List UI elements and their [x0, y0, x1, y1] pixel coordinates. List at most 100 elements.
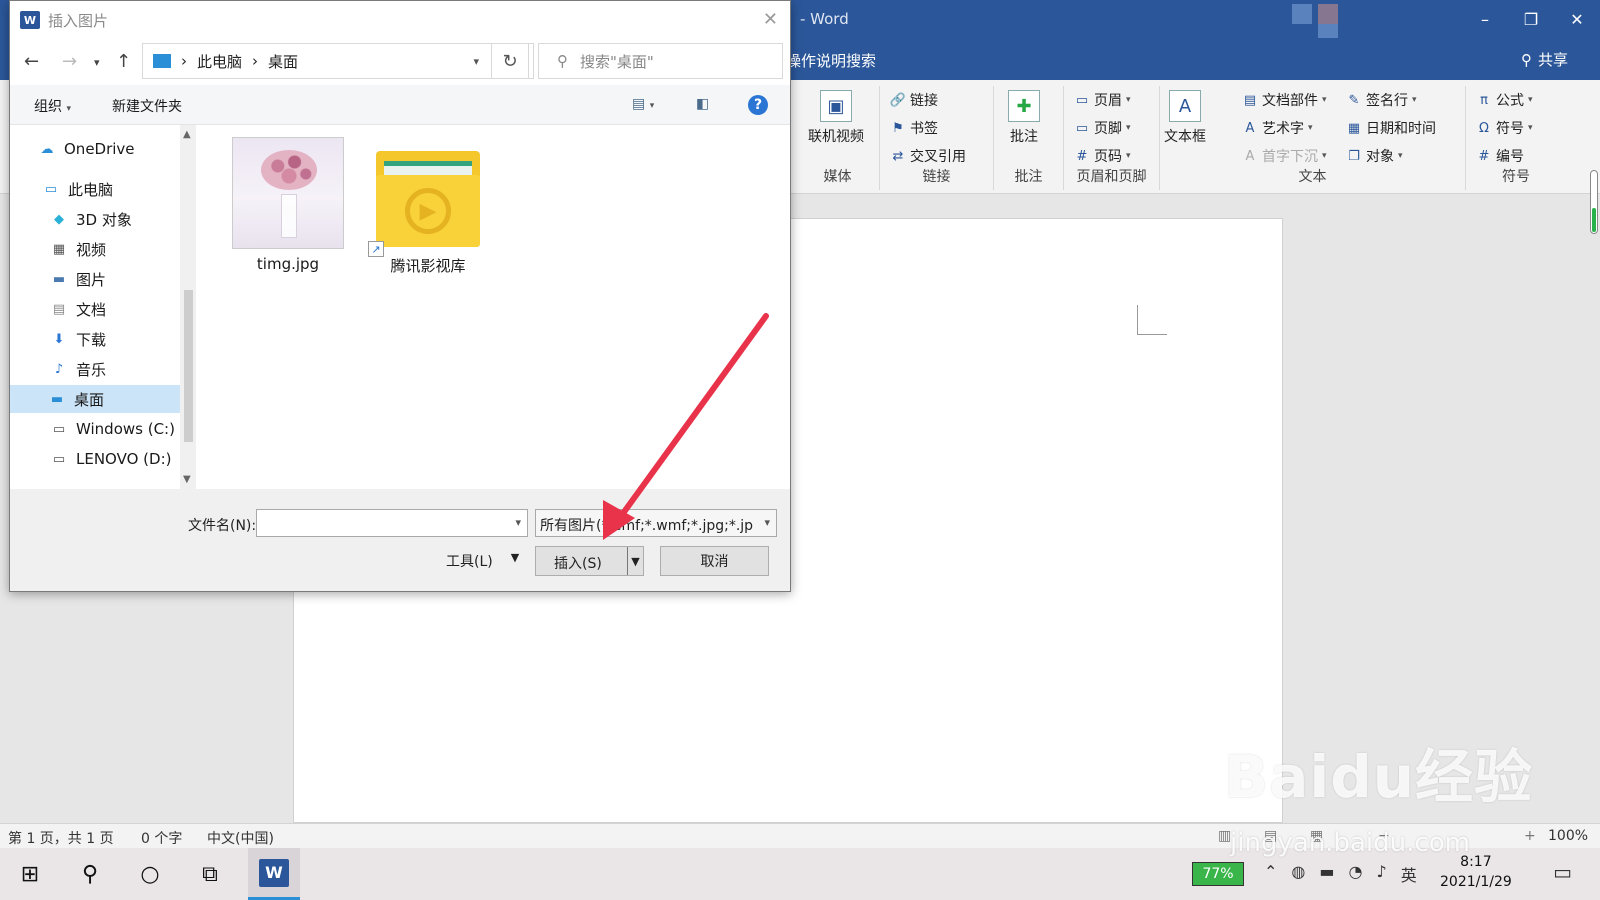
page-count[interactable]: 第 1 页，共 1 页 — [8, 828, 114, 848]
sidebar-item-videos[interactable]: ▦ 视频 — [50, 235, 106, 263]
close-icon[interactable]: ✕ — [763, 9, 778, 30]
sidebar-item-onedrive[interactable]: ☁ OneDrive — [38, 135, 135, 163]
sidebar-item-label: OneDrive — [64, 140, 135, 158]
online-video-button[interactable]: ▣ 联机视频 — [808, 90, 864, 146]
up-arrow-icon[interactable]: ↑ — [116, 51, 131, 72]
view-options-icon[interactable]: ▤ ▾ — [632, 96, 654, 112]
word-count[interactable]: 0 个字 — [141, 828, 182, 848]
page-number-button[interactable]: # 页码 ▾ — [1074, 146, 1131, 166]
wordart-button[interactable]: A 艺术字 ▾ — [1242, 118, 1313, 138]
file-item-folder[interactable]: ▶ ↗ 腾讯影视库 — [368, 137, 480, 276]
drop-cap-icon: A — [1245, 148, 1255, 164]
cross-reference-button[interactable]: ⇄ 交叉引用 — [890, 146, 966, 166]
sidebar-item-label: 此电脑 — [68, 180, 114, 199]
chevron-down-icon[interactable]: ▾ — [515, 516, 521, 529]
vertical-scrollbar[interactable] — [1590, 170, 1598, 234]
sidebar-item-3d-objects[interactable]: ◆ 3D 对象 — [50, 205, 132, 233]
drive-icon: ▭ — [52, 421, 66, 437]
task-view-icon[interactable]: ⧉ — [194, 858, 226, 890]
search-icon[interactable]: ⚲ — [74, 858, 106, 890]
language-status[interactable]: 中文(中国) — [207, 828, 274, 848]
sidebar-item-downloads[interactable]: ⬇ 下载 — [50, 325, 106, 353]
equation-button[interactable]: π 公式 ▾ — [1476, 90, 1533, 110]
organize-menu[interactable]: 组织 ▾ — [34, 96, 71, 116]
sidebar-item-label: 3D 对象 — [76, 210, 132, 229]
taskbar-word-app[interactable]: W — [248, 848, 300, 900]
sidebar-item-music[interactable]: ♪ 音乐 — [50, 355, 106, 383]
sidebar-item-this-pc[interactable]: ▭ 此电脑 — [42, 175, 113, 203]
sidebar-item-desktop[interactable]: ▬ 桌面 — [10, 385, 180, 413]
document-icon: ▤ — [52, 301, 66, 317]
help-icon[interactable]: ? — [748, 95, 768, 115]
battery-icon[interactable]: ▬ — [1319, 862, 1334, 886]
symbol-button[interactable]: Ω 符号 ▾ — [1476, 118, 1533, 138]
share-button[interactable]: ⚲ 共享 — [1521, 49, 1568, 70]
object-icon: ❐ — [1348, 148, 1360, 164]
cortana-icon[interactable]: ○ — [134, 858, 166, 890]
tools-menu[interactable]: 工具(L) ▼ — [446, 551, 519, 571]
numbering-button[interactable]: # 编号 — [1476, 146, 1524, 166]
header-label: 页眉 — [1094, 93, 1122, 109]
header-button[interactable]: ▭ 页眉 ▾ — [1074, 90, 1131, 110]
signature-line-button[interactable]: ✎ 签名行 ▾ — [1346, 90, 1417, 110]
navigation-scrollbar[interactable]: ▲ ▼ — [180, 125, 197, 489]
network-globe-icon[interactable]: ◍ — [1291, 862, 1305, 886]
quick-parts-button[interactable]: ▤ 文档部件 ▾ — [1242, 90, 1327, 110]
bookmark-button[interactable]: ⚑ 书签 — [890, 118, 938, 138]
ribbon-group-media: ▣ 联机视频 媒体 — [796, 86, 880, 190]
online-video-icon: ▣ — [820, 90, 852, 122]
wifi-icon[interactable]: ◔ — [1349, 862, 1363, 886]
scrollbar-thumb[interactable] — [184, 290, 193, 442]
zoom-level[interactable]: 100% — [1548, 828, 1588, 844]
chevron-up-icon[interactable]: ⌃ — [1264, 862, 1277, 886]
quick-parts-label: 文档部件 — [1262, 93, 1318, 109]
date-time-button[interactable]: ▦ 日期和时间 — [1346, 118, 1436, 138]
minimize-button[interactable]: – — [1462, 0, 1508, 38]
tell-me-search[interactable]: 操作说明搜索 — [786, 50, 876, 71]
header-icon: ▭ — [1075, 92, 1089, 108]
scroll-up-icon[interactable]: ▲ — [183, 129, 191, 140]
battery-indicator[interactable]: 77% — [1192, 862, 1244, 886]
address-bar[interactable]: › 此电脑 › 桌面 ▾ — [142, 43, 534, 79]
zoom-in-icon[interactable]: + — [1524, 828, 1536, 844]
volume-icon[interactable]: ♪ — [1376, 862, 1386, 886]
refresh-icon[interactable]: ↻ — [491, 43, 529, 79]
windows-start-icon[interactable]: ⊞ — [14, 858, 46, 890]
search-box[interactable]: ⚲ 搜索"桌面" — [538, 43, 783, 79]
group-label-comments: 批注 — [1014, 169, 1043, 185]
new-comment-button[interactable]: ✚ 批注 — [1008, 90, 1040, 146]
scroll-down-icon[interactable]: ▼ — [183, 474, 191, 485]
image-thumbnail — [232, 137, 344, 249]
file-type-filter[interactable]: 所有图片(*.emf;*.wmf;*.jpg;*.jp ▾ — [535, 509, 777, 537]
restore-button[interactable]: ❐ — [1508, 0, 1554, 38]
preview-pane-icon[interactable]: ◧ — [696, 96, 709, 112]
ime-indicator[interactable]: 英 — [1401, 862, 1417, 886]
recent-locations-chevron-icon[interactable]: ▾ — [94, 56, 100, 69]
notification-center-icon[interactable]: ▭ — [1553, 860, 1572, 884]
object-button[interactable]: ❐ 对象 ▾ — [1346, 146, 1402, 166]
text-box-button[interactable]: A 文本框 — [1164, 90, 1206, 146]
file-item-image[interactable]: timg.jpg — [232, 137, 344, 273]
back-arrow-icon[interactable]: ← — [24, 51, 39, 72]
footer-button[interactable]: ▭ 页脚 ▾ — [1074, 118, 1131, 138]
new-folder-button[interactable]: 新建文件夹 — [112, 96, 182, 116]
forward-arrow-icon[interactable]: → — [62, 51, 77, 72]
sidebar-item-drive-c[interactable]: ▭ Windows (C:) — [50, 415, 175, 443]
cancel-button[interactable]: 取消 — [660, 546, 769, 576]
breadcrumb-this-pc[interactable]: 此电脑 — [197, 51, 242, 72]
drop-cap-button[interactable]: A 首字下沉 ▾ — [1242, 146, 1327, 166]
close-window-button[interactable]: ✕ — [1554, 0, 1600, 38]
link-button[interactable]: 🔗 链接 — [890, 90, 938, 110]
address-dropdown-icon[interactable]: ▾ — [473, 55, 479, 68]
sidebar-item-label: 视频 — [76, 240, 107, 259]
clock[interactable]: 8:17 2021/1/29 — [1440, 852, 1512, 892]
sidebar-item-drive-d[interactable]: ▭ LENOVO (D:) — [50, 445, 172, 473]
filename-input[interactable]: ▾ — [256, 509, 528, 537]
sidebar-item-pictures[interactable]: ▬ 图片 — [50, 265, 106, 293]
word-app-icon: W — [20, 11, 40, 29]
insert-options-dropdown[interactable]: ▼ — [627, 547, 643, 575]
sidebar-item-documents[interactable]: ▤ 文档 — [50, 295, 106, 323]
chevron-down-icon: ▾ — [1528, 95, 1533, 105]
breadcrumb-desktop[interactable]: 桌面 — [268, 51, 298, 72]
insert-button[interactable]: 插入(S) ▼ — [535, 546, 644, 576]
